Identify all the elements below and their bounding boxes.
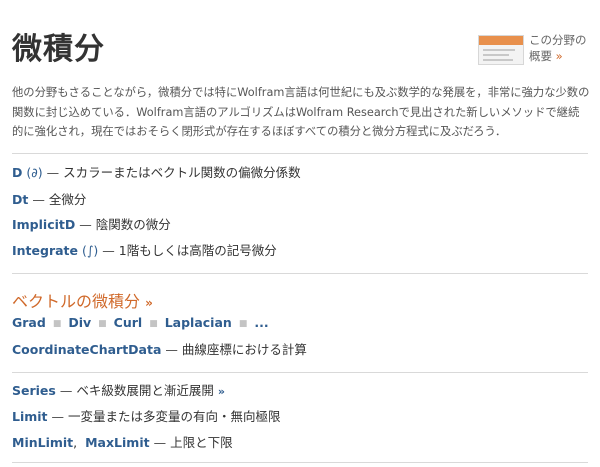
intro-description: 他の分野もさることながら，微積分では特にWolfram言語は何世紀にも及ぶ数学的…	[12, 86, 590, 138]
dash: —	[46, 165, 60, 180]
divider	[12, 462, 588, 463]
overview-thumbnail[interactable]	[478, 35, 524, 65]
overview-label[interactable]: この分野の 概要 »	[529, 32, 593, 64]
list-item-Limit: Limit — 一変量または多変量の有向・無向極限	[12, 408, 281, 426]
separator-icon: ■	[98, 319, 107, 329]
overview-arrow-icon[interactable]: »	[556, 49, 563, 63]
section-title[interactable]: ベクトルの微積分	[12, 292, 140, 311]
integral-symbol: (∫)	[82, 243, 99, 258]
function-description: 曲線座標における計算	[181, 342, 307, 357]
dash: —	[51, 409, 65, 424]
list-item-CoordinateChartData: CoordinateChartData — 曲線座標における計算	[12, 341, 307, 359]
page-title: 微積分	[12, 32, 105, 67]
list-item-MinMaxLimit: MinLimit, MaxLimit — 上限と下限	[12, 434, 233, 452]
function-description: 上限と下限	[170, 435, 233, 450]
dash: —	[32, 192, 45, 207]
divider	[12, 153, 588, 154]
function-link-MinLimit[interactable]: MinLimit	[12, 435, 73, 450]
thumbnail-header-band	[479, 36, 523, 45]
dash: —	[102, 243, 115, 258]
vector-calculus-section-link[interactable]: ベクトルの微積分 »	[12, 288, 153, 312]
comma: ,	[73, 435, 78, 450]
function-link-Curl[interactable]: Curl	[114, 315, 143, 330]
function-link-MaxLimit[interactable]: MaxLimit	[85, 435, 149, 450]
function-link-Grad[interactable]: Grad	[12, 315, 46, 330]
separator-icon: ■	[149, 319, 158, 329]
function-description: スカラーまたはベクトル関数の偏微分係数	[63, 165, 301, 180]
function-link-Integrate[interactable]: Integrate	[12, 243, 78, 258]
overview-link[interactable]: この分野の 概要 »	[478, 32, 590, 66]
vector-functions-list: Grad ■ Div ■ Curl ■ Laplacian ■...	[12, 314, 269, 333]
thumbnail-line	[483, 59, 513, 61]
list-item-ImplicitD: ImplicitD — 陰関数の微分	[12, 216, 171, 234]
overview-label-line2[interactable]: 概要	[529, 49, 552, 63]
partial-symbol: (∂)	[26, 165, 43, 180]
dash: —	[165, 342, 178, 357]
more-functions-link[interactable]: ...	[254, 315, 268, 330]
function-description: 一変量または多変量の有向・無向極限	[68, 409, 281, 424]
list-item-Dt: Dt — 全微分	[12, 191, 86, 209]
function-description: 陰関数の微分	[95, 217, 171, 232]
list-item-Integrate: Integrate (∫) — 1階もしくは高階の記号微分	[12, 242, 277, 260]
function-link-Div[interactable]: Div	[68, 315, 91, 330]
function-description: 1階もしくは高階の記号微分	[118, 243, 277, 258]
function-link-Limit[interactable]: Limit	[12, 409, 48, 424]
dash: —	[79, 217, 92, 232]
function-link-D[interactable]: D	[12, 165, 22, 180]
function-link-Series[interactable]: Series	[12, 383, 56, 398]
dash: —	[59, 383, 73, 398]
section-arrow-icon[interactable]: »	[145, 296, 153, 310]
dash: —	[153, 435, 167, 450]
divider	[12, 372, 588, 373]
page: 微積分 この分野の 概要 » 他の分野もさることながら，微積分では特にWolfr…	[12, 0, 590, 467]
list-item-D: D (∂) — スカラーまたはベクトル関数の偏微分係数	[12, 164, 301, 182]
function-link-ImplicitD[interactable]: ImplicitD	[12, 217, 75, 232]
function-link-Dt[interactable]: Dt	[12, 192, 28, 207]
separator-icon: ■	[52, 319, 62, 329]
divider	[12, 273, 588, 274]
function-description: 全微分	[48, 192, 87, 207]
series-arrow-icon[interactable]: »	[218, 385, 225, 398]
function-description: ベキ級数展開と漸近展開	[76, 383, 214, 398]
thumbnail-line	[483, 54, 509, 56]
function-link-Laplacian[interactable]: Laplacian	[165, 315, 232, 330]
overview-label-line1[interactable]: この分野の	[529, 32, 593, 48]
list-item-Series: Series — ベキ級数展開と漸近展開 »	[12, 382, 225, 401]
function-link-CoordinateChartData[interactable]: CoordinateChartData	[12, 342, 161, 357]
thumbnail-line	[483, 49, 515, 51]
separator-icon: ■	[238, 319, 248, 329]
